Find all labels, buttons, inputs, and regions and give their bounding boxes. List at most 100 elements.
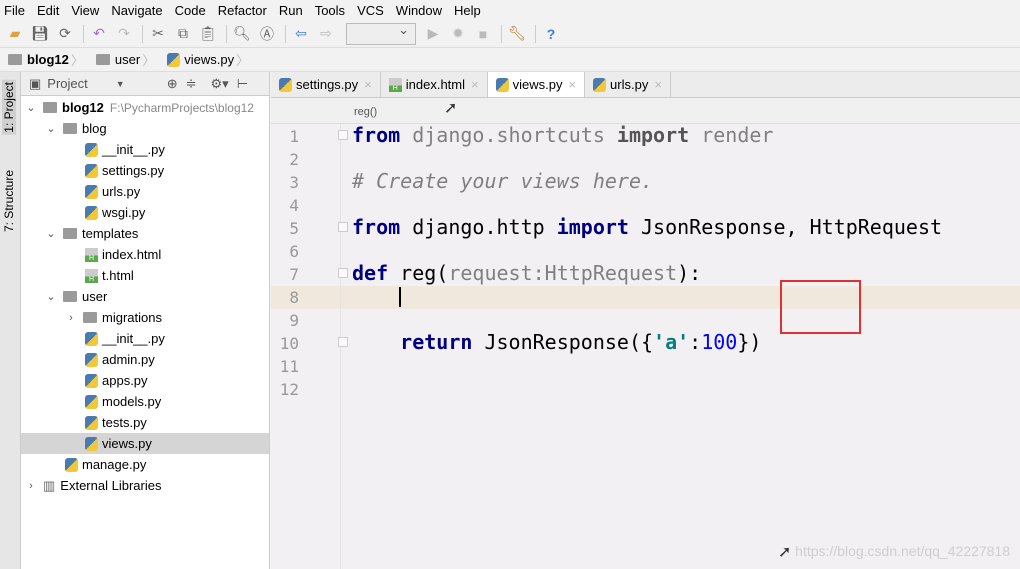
tab-index-html[interactable]: Hindex.html × bbox=[381, 72, 488, 97]
tree-item[interactable]: ⌄ blog bbox=[21, 118, 269, 139]
tree-item-label: models.py bbox=[102, 394, 162, 409]
tree-item-label: wsgi.py bbox=[102, 205, 146, 220]
tree-item[interactable]: views.py bbox=[21, 433, 269, 454]
tree-item[interactable]: › migrations bbox=[21, 307, 269, 328]
tree-item[interactable]: Hindex.html bbox=[21, 244, 269, 265]
tree-item[interactable]: › ▥ External Libraries bbox=[21, 475, 269, 496]
help-icon[interactable]: ? bbox=[540, 23, 562, 45]
divider bbox=[535, 24, 536, 43]
library-icon: ▥ bbox=[43, 477, 56, 493]
fold-marker-icon[interactable] bbox=[338, 337, 348, 347]
gear-icon[interactable]: ⚙▾ bbox=[211, 76, 229, 92]
breadcrumb-file[interactable]: views.py 〉 bbox=[167, 50, 255, 69]
code-editor[interactable]: 1 2 3 4 5 6 7 8 9 10 11 12 from django.shortcuts im… bbox=[271, 124, 1020, 569]
text-caret bbox=[399, 287, 401, 307]
close-icon[interactable]: × bbox=[364, 77, 372, 92]
dropdown-icon[interactable]: ▼ bbox=[116, 79, 125, 89]
menu-help[interactable]: Help bbox=[454, 3, 481, 18]
python-file-icon bbox=[85, 415, 98, 430]
find-icon[interactable]: 🔍︎ bbox=[231, 23, 253, 45]
line-number: 10 bbox=[279, 334, 299, 353]
tree-item[interactable]: models.py bbox=[21, 391, 269, 412]
fold-marker-icon[interactable] bbox=[338, 222, 348, 232]
divider bbox=[226, 24, 227, 43]
close-icon[interactable]: × bbox=[568, 77, 576, 92]
chevron-right-icon[interactable]: › bbox=[25, 480, 37, 492]
tab-views-py[interactable]: views.py × bbox=[487, 72, 586, 97]
structure-tool-tab[interactable]: 7: Structure bbox=[2, 170, 16, 232]
breadcrumb-label: views.py bbox=[184, 52, 235, 67]
tree-item[interactable]: ⌄ blog12 F:\PycharmProjects\blog12 bbox=[21, 97, 269, 118]
tab-label: views.py bbox=[512, 77, 563, 92]
close-icon[interactable]: × bbox=[654, 77, 662, 92]
chevron-down-icon[interactable]: ⌄ bbox=[25, 101, 37, 114]
locate-icon[interactable]: ⊕ bbox=[167, 76, 178, 92]
open-icon[interactable]: ▰ bbox=[4, 23, 26, 45]
menu-bar: File Edit View Navigate Code Refactor Run Tools… bbox=[0, 0, 1020, 20]
tree-item-label: migrations bbox=[102, 310, 162, 325]
chevron-down-icon[interactable]: ⌄ bbox=[45, 290, 57, 303]
stop-icon[interactable]: ■ bbox=[472, 23, 494, 45]
redo-icon[interactable]: ↷ bbox=[113, 23, 135, 45]
tree-item[interactable]: __init__.py bbox=[21, 328, 269, 349]
tree-item[interactable]: ⌄ templates bbox=[21, 223, 269, 244]
sync-icon[interactable]: ⟳ bbox=[54, 23, 76, 45]
breadcrumb-label: user bbox=[114, 52, 141, 67]
menu-run[interactable]: Run bbox=[279, 3, 303, 18]
settings-wrench-icon[interactable]: 🔧︎ bbox=[506, 23, 528, 45]
project-tool-tab[interactable]: 1: Project bbox=[2, 80, 16, 135]
forward-icon[interactable]: ⇨ bbox=[315, 23, 337, 45]
hide-panel-icon[interactable]: ⊢ bbox=[237, 76, 248, 92]
tree-item[interactable]: manage.py bbox=[21, 454, 269, 475]
tree-item[interactable]: Ht.html bbox=[21, 265, 269, 286]
tree-item[interactable]: tests.py bbox=[21, 412, 269, 433]
save-icon[interactable]: 💾︎ bbox=[29, 23, 51, 45]
chevron-right-icon[interactable]: › bbox=[65, 312, 77, 324]
chevron-down-icon[interactable]: ⌄ bbox=[45, 122, 57, 135]
line-number: 6 bbox=[289, 242, 299, 261]
watermark: https://blog.csdn.net/qq_42227818 bbox=[795, 543, 1010, 559]
tree-item[interactable]: wsgi.py bbox=[21, 202, 269, 223]
breadcrumb-project[interactable]: blog12 〉 bbox=[8, 50, 90, 69]
menu-window[interactable]: Window bbox=[396, 3, 442, 18]
chevron-right-icon: 〉 bbox=[236, 53, 250, 68]
tree-item[interactable]: admin.py bbox=[21, 349, 269, 370]
tree-item[interactable]: settings.py bbox=[21, 160, 269, 181]
cut-icon[interactable]: ✂ bbox=[147, 23, 169, 45]
fold-marker-icon[interactable] bbox=[338, 268, 348, 278]
editor-breadcrumb[interactable]: reg() bbox=[271, 98, 1020, 124]
folder-icon bbox=[63, 228, 77, 239]
breadcrumb-folder[interactable]: user 〉 bbox=[95, 50, 161, 69]
collapse-all-icon[interactable]: ≑ bbox=[186, 76, 197, 92]
menu-tools[interactable]: Tools bbox=[315, 3, 345, 18]
tab-urls-py[interactable]: urls.py × bbox=[585, 72, 671, 97]
paste-icon[interactable]: 📋︎ bbox=[197, 23, 219, 45]
back-icon[interactable]: ⇦ bbox=[290, 23, 312, 45]
copy-icon[interactable]: ⧉ bbox=[172, 23, 194, 45]
tree-item[interactable]: urls.py bbox=[21, 181, 269, 202]
menu-vcs[interactable]: VCS bbox=[357, 3, 384, 18]
menu-refactor[interactable]: Refactor bbox=[218, 3, 267, 18]
menu-view[interactable]: View bbox=[71, 3, 99, 18]
close-icon[interactable]: × bbox=[471, 77, 479, 92]
chevron-right-icon: 〉 bbox=[70, 53, 84, 68]
chevron-down-icon[interactable]: ⌄ bbox=[45, 227, 57, 240]
tree-item[interactable]: __init__.py bbox=[21, 139, 269, 160]
divider bbox=[501, 24, 502, 43]
run-config-select[interactable] bbox=[346, 22, 416, 45]
replace-icon[interactable]: Ⓐ bbox=[256, 23, 278, 45]
tree-item-label: settings.py bbox=[102, 163, 165, 178]
debug-icon[interactable]: ✹ bbox=[447, 23, 469, 45]
fold-marker-icon[interactable] bbox=[338, 130, 348, 140]
menu-file[interactable]: File bbox=[4, 3, 25, 18]
navigation-breadcrumb: blog12 〉 user 〉 views.py 〉 bbox=[0, 48, 1020, 72]
tree-item[interactable]: ⌄ user bbox=[21, 286, 269, 307]
run-icon[interactable]: ▶ bbox=[422, 23, 444, 45]
project-view-select[interactable]: Project bbox=[47, 76, 87, 91]
tab-settings-py[interactable]: settings.py × bbox=[271, 72, 381, 97]
tree-item[interactable]: apps.py bbox=[21, 370, 269, 391]
undo-icon[interactable]: ↶ bbox=[88, 23, 110, 45]
menu-edit[interactable]: Edit bbox=[37, 3, 59, 18]
menu-code[interactable]: Code bbox=[175, 3, 206, 18]
menu-navigate[interactable]: Navigate bbox=[111, 3, 162, 18]
